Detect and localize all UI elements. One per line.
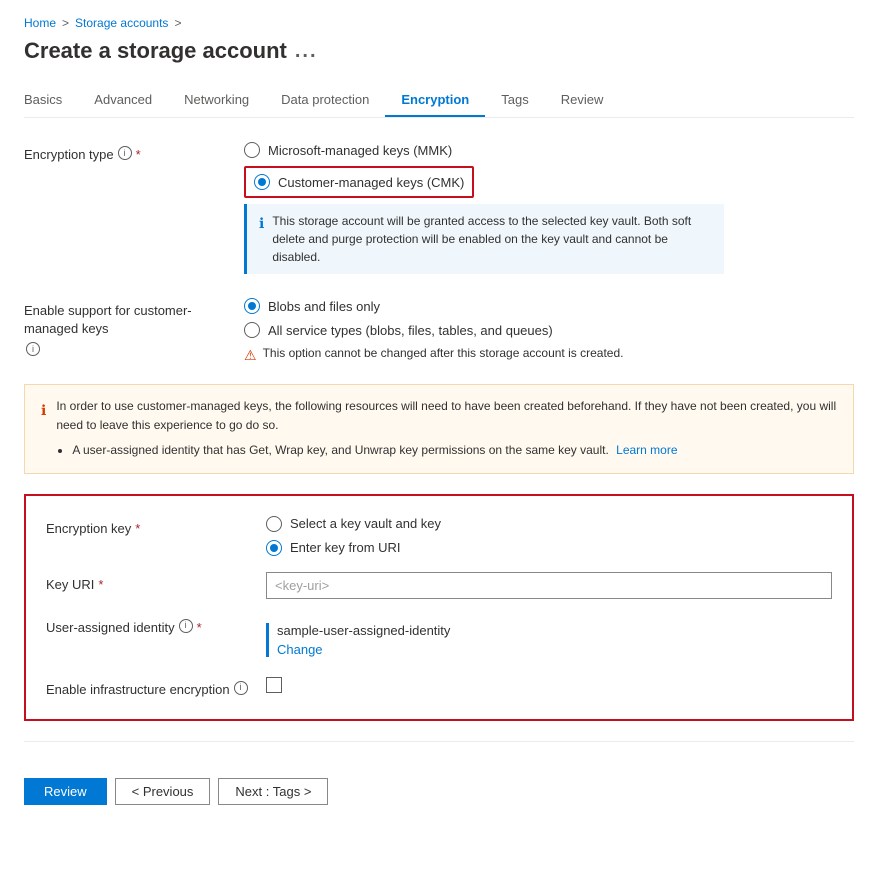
encryption-key-controls: Select a key vault and key Enter key fro… bbox=[266, 516, 832, 556]
infrastructure-encryption-info-icon[interactable]: i bbox=[234, 681, 248, 695]
radio-enter-uri[interactable]: Enter key from URI bbox=[266, 540, 832, 556]
identity-value: sample-user-assigned-identity bbox=[277, 623, 832, 638]
customer-managed-keys-row: Enable support for customer-managed keys… bbox=[24, 298, 854, 364]
radio-select-vault-circle bbox=[266, 516, 282, 532]
identity-change-link[interactable]: Change bbox=[277, 642, 323, 657]
radio-cmk-label: Customer-managed keys (CMK) bbox=[278, 175, 464, 190]
key-uri-label: Key URI * bbox=[46, 572, 266, 594]
infrastructure-encryption-checkbox[interactable] bbox=[266, 677, 832, 693]
breadcrumb-sep1: > bbox=[62, 16, 69, 30]
encryption-type-label: Encryption type i * bbox=[24, 142, 244, 164]
cmk-info-icon: ℹ bbox=[259, 213, 264, 266]
notice-content: In order to use customer-managed keys, t… bbox=[56, 397, 837, 461]
tab-networking[interactable]: Networking bbox=[168, 84, 265, 117]
encryption-key-section: Encryption key * Select a key vault and … bbox=[24, 494, 854, 721]
user-assigned-identity-controls: sample-user-assigned-identity Change bbox=[266, 615, 832, 657]
cmk-box: Customer-managed keys (CMK) bbox=[244, 166, 474, 198]
radio-enter-uri-label: Enter key from URI bbox=[290, 540, 401, 555]
tab-tags[interactable]: Tags bbox=[485, 84, 544, 117]
breadcrumb-sep2: > bbox=[174, 16, 181, 30]
notice-icon: ℹ bbox=[41, 399, 46, 461]
warning-icon: ⚠ bbox=[244, 347, 257, 364]
radio-mmk-circle bbox=[244, 142, 260, 158]
previous-button[interactable]: < Previous bbox=[115, 778, 211, 805]
infrastructure-encryption-row: Enable infrastructure encryption i bbox=[46, 677, 832, 699]
encryption-type-row: Encryption type i * Microsoft-managed ke… bbox=[24, 142, 854, 282]
radio-mmk[interactable]: Microsoft-managed keys (MMK) bbox=[244, 142, 854, 158]
breadcrumb-home[interactable]: Home bbox=[24, 16, 56, 30]
infrastructure-encryption-label: Enable infrastructure encryption i bbox=[46, 677, 266, 699]
encryption-type-section: Encryption type i * Microsoft-managed ke… bbox=[24, 142, 854, 364]
radio-cmk-circle bbox=[254, 174, 270, 190]
encryption-key-label: Encryption key * bbox=[46, 516, 266, 538]
radio-blobs-files-label: Blobs and files only bbox=[268, 299, 380, 314]
encryption-key-row: Encryption key * Select a key vault and … bbox=[46, 516, 832, 556]
tab-data-protection[interactable]: Data protection bbox=[265, 84, 385, 117]
footer-buttons: Review < Previous Next : Tags > bbox=[24, 762, 854, 821]
user-assigned-identity-info-icon[interactable]: i bbox=[179, 619, 193, 633]
notice-box: ℹ In order to use customer-managed keys,… bbox=[24, 384, 854, 474]
page-title-dots: ... bbox=[295, 40, 318, 63]
customer-managed-keys-controls: Blobs and files only All service types (… bbox=[244, 298, 854, 364]
radio-select-vault[interactable]: Select a key vault and key bbox=[266, 516, 832, 532]
user-assigned-identity-label: User-assigned identity i * bbox=[46, 615, 266, 637]
user-assigned-identity-row: User-assigned identity i * sample-user-a… bbox=[46, 615, 832, 657]
infrastructure-encryption-controls bbox=[266, 677, 832, 693]
next-button[interactable]: Next : Tags > bbox=[218, 778, 328, 805]
tab-nav: Basics Advanced Networking Data protecti… bbox=[24, 84, 854, 118]
footer-divider bbox=[24, 741, 854, 742]
warning-text: This option cannot be changed after this… bbox=[263, 346, 624, 360]
key-uri-controls bbox=[266, 572, 832, 599]
radio-cmk[interactable]: Customer-managed keys (CMK) bbox=[254, 174, 464, 190]
key-uri-row: Key URI * bbox=[46, 572, 832, 599]
radio-all-services[interactable]: All service types (blobs, files, tables,… bbox=[244, 322, 854, 338]
radio-blobs-files[interactable]: Blobs and files only bbox=[244, 298, 854, 314]
tab-review[interactable]: Review bbox=[545, 84, 620, 117]
notice-text: In order to use customer-managed keys, t… bbox=[56, 399, 836, 432]
identity-display-container: sample-user-assigned-identity Change bbox=[266, 623, 832, 657]
radio-select-vault-label: Select a key vault and key bbox=[290, 516, 441, 531]
page-title-container: Create a storage account ... bbox=[24, 38, 854, 64]
encryption-type-controls: Microsoft-managed keys (MMK) Customer-ma… bbox=[244, 142, 854, 282]
tab-basics[interactable]: Basics bbox=[24, 84, 78, 117]
tab-advanced[interactable]: Advanced bbox=[78, 84, 168, 117]
radio-all-services-circle bbox=[244, 322, 260, 338]
key-uri-input[interactable] bbox=[266, 572, 832, 599]
tab-encryption[interactable]: Encryption bbox=[385, 84, 485, 117]
radio-all-services-label: All service types (blobs, files, tables,… bbox=[268, 323, 553, 338]
radio-enter-uri-circle bbox=[266, 540, 282, 556]
warning-box: ⚠ This option cannot be changed after th… bbox=[244, 346, 854, 364]
learn-more-link[interactable]: Learn more bbox=[616, 443, 677, 457]
radio-mmk-label: Microsoft-managed keys (MMK) bbox=[268, 143, 452, 158]
page-title: Create a storage account bbox=[24, 38, 287, 64]
customer-managed-keys-label: Enable support for customer-managed keys… bbox=[24, 298, 244, 356]
checkbox-box bbox=[266, 677, 282, 693]
radio-blobs-files-circle bbox=[244, 298, 260, 314]
review-button[interactable]: Review bbox=[24, 778, 107, 805]
notice-bullet: A user-assigned identity that has Get, W… bbox=[72, 441, 837, 460]
breadcrumb: Home > Storage accounts > bbox=[24, 16, 854, 30]
breadcrumb-storage-accounts[interactable]: Storage accounts bbox=[75, 16, 168, 30]
customer-managed-keys-info-icon[interactable]: i bbox=[26, 342, 40, 356]
cmk-info-text: This storage account will be granted acc… bbox=[272, 212, 712, 266]
cmk-info-box: ℹ This storage account will be granted a… bbox=[244, 204, 724, 274]
encryption-type-info-icon[interactable]: i bbox=[118, 146, 132, 160]
